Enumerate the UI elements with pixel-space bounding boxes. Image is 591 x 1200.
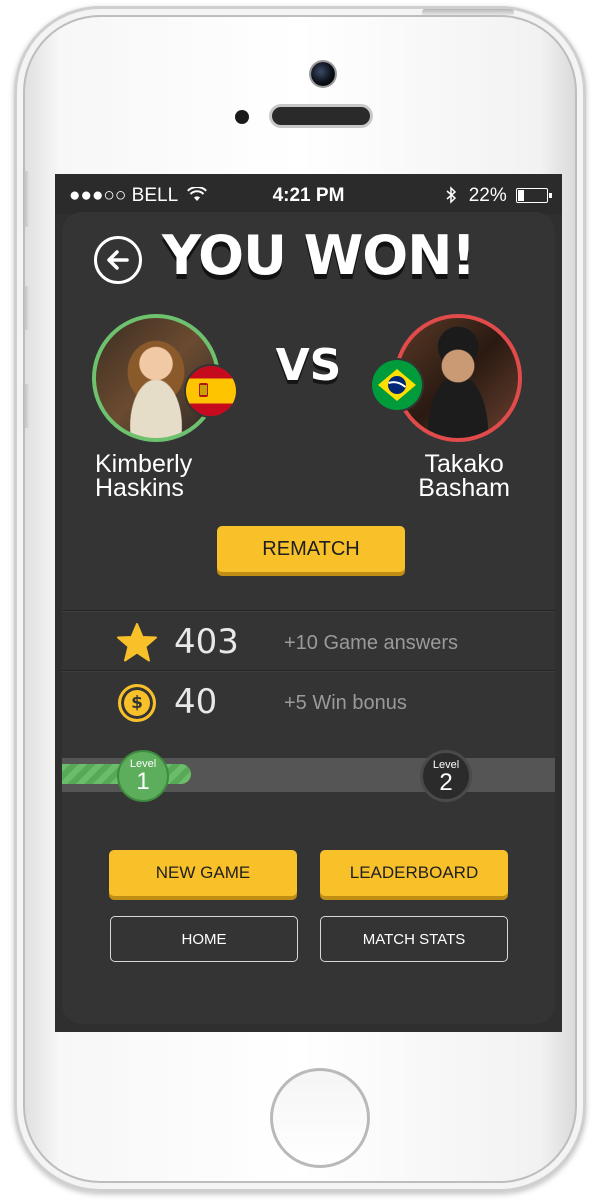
player-first-name-right: Takako: [424, 450, 504, 478]
player-first-name-left: Kimberly: [95, 450, 193, 478]
front-camera: [311, 62, 335, 86]
results-card: YOU WON! VS Kimberly Haskins Takako Bash…: [62, 212, 555, 1024]
player-name-right: Takako Basham: [418, 450, 510, 502]
brazil-diamond-icon: [378, 369, 416, 401]
volume-up-button: [23, 286, 30, 330]
back-arrow-icon: [107, 250, 129, 270]
home-hardware-button[interactable]: [270, 1068, 370, 1168]
home-button[interactable]: HOME: [110, 916, 298, 962]
page-title: YOU WON!: [162, 224, 476, 287]
power-button: [422, 9, 514, 15]
earpiece-speaker: [272, 107, 370, 125]
leaderboard-button[interactable]: LEADERBOARD: [320, 850, 508, 896]
rematch-button[interactable]: REMATCH: [217, 526, 405, 572]
app-screen: ●●●○○ BELL 4:21 PM 22% YOU WON! VS Kimbe…: [55, 174, 562, 1032]
star-icon: [117, 623, 157, 662]
stats-divider-middle: [62, 670, 555, 672]
points-note: +10 Game answers: [284, 632, 458, 654]
coin-icon: $: [118, 684, 156, 722]
battery-icon: [516, 188, 552, 204]
battery-fill: [518, 190, 524, 202]
proximity-sensor: [235, 110, 249, 124]
player-name-left: Kimberly Haskins: [95, 450, 193, 502]
player-last-name-right: Basham: [418, 474, 510, 502]
mute-switch: [23, 171, 30, 227]
battery-tip: [549, 193, 552, 199]
back-button[interactable]: [94, 236, 142, 284]
next-level-number: 2: [439, 769, 453, 796]
battery-status: 22%: [445, 185, 552, 207]
current-level-badge: Level 1: [117, 750, 169, 802]
next-level-badge: Level 2: [420, 750, 472, 802]
volume-down-button: [23, 384, 30, 428]
new-game-button[interactable]: NEW GAME: [109, 850, 297, 896]
bluetooth-icon: [446, 186, 457, 204]
battery-percent: 22%: [468, 185, 507, 206]
stats-divider-top: [62, 610, 555, 612]
player-last-name-left: Haskins: [95, 474, 184, 502]
points-value: 403: [174, 622, 239, 662]
coins-value: 40: [174, 682, 218, 722]
coin-symbol: $: [125, 691, 149, 715]
current-level-number: 1: [136, 768, 150, 795]
coins-note: +5 Win bonus: [284, 692, 407, 714]
match-stats-button[interactable]: MATCH STATS: [320, 916, 508, 962]
status-bar: ●●●○○ BELL 4:21 PM 22%: [55, 174, 562, 214]
brazil-flag-icon: [372, 360, 422, 410]
